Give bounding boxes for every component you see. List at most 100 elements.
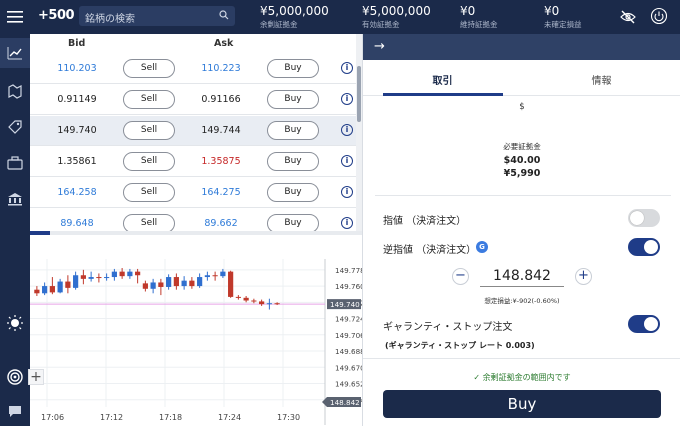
search-input[interactable]: 銘柄の検索: [79, 6, 235, 26]
quote-row[interactable]: 110.203 Sell 110.223 Buy i: [30, 54, 356, 84]
arrow-right-icon[interactable]: →: [374, 39, 385, 54]
currency-symbol: $: [519, 102, 525, 112]
x-tick-label: 17:06: [41, 413, 64, 422]
scrollbar-thumb[interactable]: [357, 66, 361, 122]
bid-price: 89.648: [60, 218, 94, 229]
stop-order-toggle[interactable]: [628, 238, 660, 256]
y-tick-label: 149.670: [335, 363, 362, 372]
x-tick-label: 17:18: [159, 413, 182, 422]
guaranteed-stop-toggle[interactable]: [628, 315, 660, 333]
sell-button[interactable]: Sell: [123, 183, 175, 202]
candle-body: [135, 271, 141, 276]
sell-button[interactable]: Sell: [123, 59, 175, 78]
chat-icon[interactable]: [0, 396, 30, 426]
candle-body: [158, 282, 164, 287]
candle-body: [80, 275, 86, 279]
y-tick-label: 149.688: [335, 347, 362, 356]
stat-unrealized-pnl: ¥0 未確定損益: [544, 4, 582, 30]
tab-trade[interactable]: 取引: [363, 72, 522, 87]
sell-button[interactable]: Sell: [123, 90, 175, 109]
candle-body: [111, 271, 117, 278]
estimated-pnl: 想定損益:¥-902(-0.60%): [484, 297, 560, 305]
decrease-button[interactable]: −: [452, 268, 469, 285]
candle-body: [127, 271, 133, 277]
panel-tabs: 取引 情報: [363, 60, 680, 96]
chart-canvas: 149.778149.760149.742149.724149.706149.6…: [30, 259, 362, 425]
menu-icon[interactable]: [0, 2, 30, 32]
map-icon[interactable]: [0, 76, 30, 106]
bid-price: 149.740: [57, 125, 97, 136]
buy-button[interactable]: Buy: [267, 90, 319, 109]
info-icon[interactable]: i: [341, 155, 353, 167]
eye-off-icon[interactable]: [620, 9, 636, 28]
guaranteed-stop-label: ギャランティ・ストップ注文: [383, 322, 513, 333]
stat-equity: ¥5,000,000 有効証拠金: [362, 4, 431, 30]
quote-row[interactable]: 0.91149 Sell 0.91166 Buy i: [30, 85, 356, 115]
candle-body: [49, 286, 55, 293]
buy-button[interactable]: Buy: [267, 152, 319, 171]
candle-body: [212, 275, 218, 277]
limit-order-toggle[interactable]: [628, 209, 660, 227]
stat-maintenance-margin: ¥0 維持証拠金: [460, 4, 498, 30]
bank-icon[interactable]: [0, 184, 30, 214]
brand-logo[interactable]: +500: [38, 8, 75, 23]
buy-button[interactable]: Buy: [267, 214, 319, 232]
ask-price: 89.662: [204, 218, 238, 229]
candle-body: [104, 277, 110, 279]
power-icon[interactable]: [650, 7, 668, 29]
top-header: +500 銘柄の検索 ¥5,000,000 余剰証拠金 ¥5,000,000 有…: [30, 0, 680, 34]
increase-button[interactable]: +: [575, 268, 592, 285]
info-icon[interactable]: i: [341, 217, 353, 229]
stop-price-input[interactable]: 148.842: [480, 265, 564, 287]
x-tick-label: 17:30: [277, 413, 300, 422]
bid-price: 1.35861: [57, 156, 97, 167]
active-tab-indicator: [383, 93, 503, 96]
sell-button[interactable]: Sell: [123, 214, 175, 232]
chart-icon[interactable]: [0, 38, 30, 68]
guaranteed-stop-rate: (ギャランティ・ストップ レート 0.003): [385, 341, 535, 350]
search-icon[interactable]: [219, 10, 229, 23]
y-tick-label: 149.724: [335, 315, 362, 324]
quote-row[interactable]: 89.648 Sell 89.662 Buy i: [30, 209, 356, 232]
candle-body: [173, 277, 179, 287]
quote-row[interactable]: 149.740 Sell 149.744 Buy i: [30, 116, 356, 146]
ask-price: 149.744: [201, 125, 241, 136]
required-margin-label: 必要証拠金: [503, 142, 541, 151]
sell-button[interactable]: Sell: [123, 121, 175, 140]
theme-icon[interactable]: [0, 308, 30, 338]
toggle-knob: [644, 317, 658, 331]
buy-button[interactable]: Buy: [267, 59, 319, 78]
candle-body: [73, 275, 79, 288]
quote-row[interactable]: 1.35861 Sell 1.35875 Buy i: [30, 147, 356, 177]
candle-body: [166, 277, 172, 287]
order-panel: → 取引 情報 $ 必要証拠金 $40.00 ¥5,990 指値 （決済注文） …: [362, 34, 680, 426]
add-indicator-button[interactable]: +: [28, 369, 44, 385]
target-icon[interactable]: [0, 362, 30, 392]
y-tick-label: 149.760: [335, 282, 362, 291]
quote-table-header: Bid Ask: [30, 34, 362, 54]
briefcase-icon[interactable]: [0, 148, 30, 178]
x-tick-label: 17:24: [218, 413, 241, 422]
margin-ok-message: ✓ 余剰証拠金の範囲内です: [363, 372, 680, 383]
buy-button[interactable]: Buy: [383, 390, 661, 418]
margin-ok-text: 余剰証拠金の範囲内です: [482, 373, 571, 382]
quote-row[interactable]: 164.258 Sell 164.275 Buy i: [30, 178, 356, 208]
divider: [375, 195, 671, 196]
tag-icon[interactable]: [0, 112, 30, 142]
x-tick-label: 17:12: [100, 413, 123, 422]
info-icon[interactable]: i: [341, 62, 353, 74]
sell-button[interactable]: Sell: [123, 152, 175, 171]
stat-free-margin: ¥5,000,000 余剰証拠金: [260, 4, 329, 30]
buy-button[interactable]: Buy: [267, 121, 319, 140]
info-icon[interactable]: i: [341, 93, 353, 105]
candle-body: [251, 300, 257, 302]
info-icon[interactable]: i: [341, 186, 353, 198]
ask-price: 164.275: [201, 187, 241, 198]
ask-price: 0.91166: [201, 94, 241, 105]
tab-info[interactable]: 情報: [522, 72, 680, 87]
buy-button[interactable]: Buy: [267, 183, 319, 202]
info-icon[interactable]: i: [341, 124, 353, 136]
panel-top-bar: →: [363, 34, 680, 60]
ask-header: Ask: [214, 38, 234, 49]
price-chart[interactable]: 149.778149.760149.742149.724149.706149.6…: [30, 235, 362, 426]
